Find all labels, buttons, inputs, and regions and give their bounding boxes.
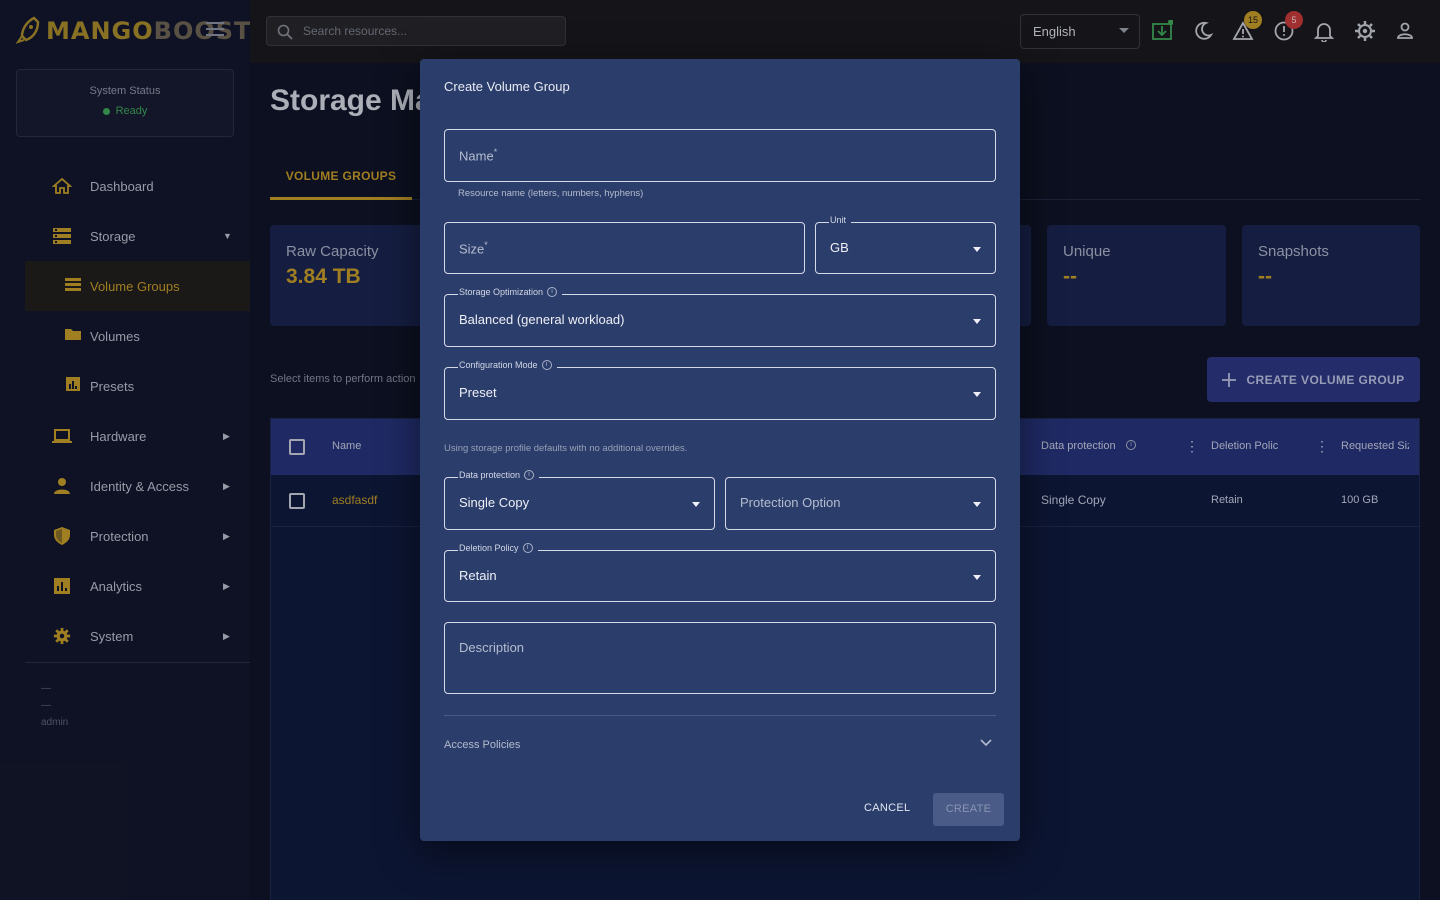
chevron-down-icon[interactable] xyxy=(980,739,992,747)
dropdown-arrow-icon xyxy=(973,502,981,507)
name-helper-text: Resource name (letters, numbers, hyphens… xyxy=(458,188,644,199)
deletion-policy-label: Deletion Policy i xyxy=(458,543,538,553)
info-icon: i xyxy=(541,360,552,370)
access-policies-toggle[interactable]: Access Policies xyxy=(444,739,520,751)
data-protection-label: Data protection i xyxy=(458,470,540,480)
storage-optimization-select[interactable]: Storage Optimization i Balanced (general … xyxy=(444,287,996,347)
cancel-button[interactable]: CANCEL xyxy=(864,802,910,814)
unit-select[interactable]: Unit GB xyxy=(815,215,996,274)
configuration-mode-select[interactable]: Configuration Mode i Preset xyxy=(444,360,996,420)
info-icon: i xyxy=(522,543,533,553)
size-field[interactable]: Size* xyxy=(444,222,805,274)
dropdown-arrow-icon xyxy=(973,319,981,324)
dropdown-arrow-icon xyxy=(692,502,700,507)
dropdown-arrow-icon xyxy=(973,575,981,580)
configuration-mode-label: Configuration Mode i xyxy=(458,360,557,370)
dropdown-arrow-icon xyxy=(973,247,981,252)
protection-option-select[interactable]: Protection Option xyxy=(725,477,996,530)
info-icon: i xyxy=(524,470,535,480)
name-field[interactable]: Name* xyxy=(444,129,996,182)
info-icon: i xyxy=(547,287,558,297)
data-protection-select[interactable]: Data protection i Single Copy xyxy=(444,470,715,530)
dialog-divider xyxy=(444,715,996,716)
dialog-title: Create Volume Group xyxy=(444,79,570,94)
storage-optimization-label: Storage Optimization i xyxy=(458,287,563,297)
unit-label: Unit xyxy=(829,215,852,225)
create-button[interactable]: CREATE xyxy=(933,793,1004,826)
description-field[interactable]: Description xyxy=(444,622,996,694)
create-volume-group-dialog: Create Volume Group Name* Resource name … xyxy=(420,59,1020,841)
deletion-policy-select[interactable]: Deletion Policy i Retain xyxy=(444,543,996,602)
dropdown-arrow-icon xyxy=(973,392,981,397)
configuration-note: Using storage profile defaults with no a… xyxy=(444,443,688,454)
